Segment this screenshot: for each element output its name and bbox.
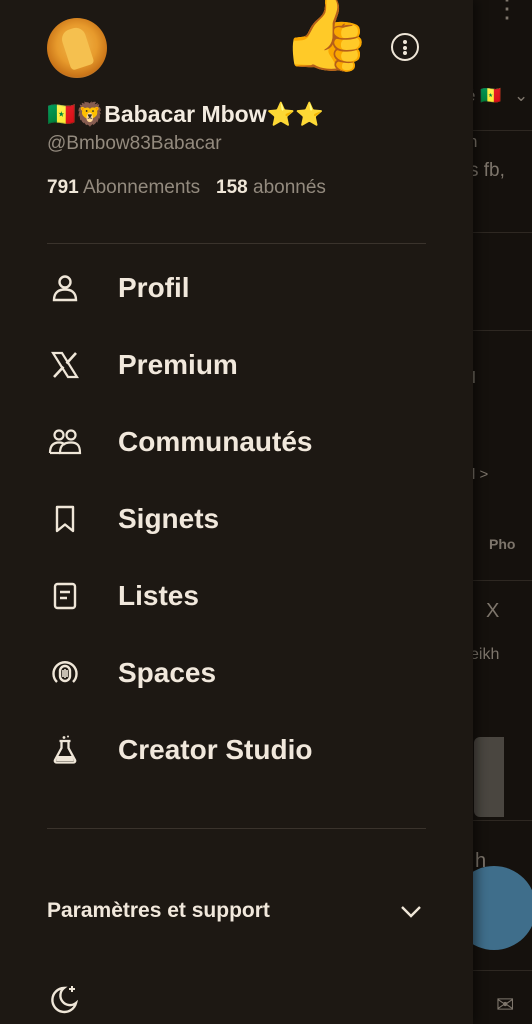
bg-snippet: eikh — [470, 646, 500, 663]
bg-chevron-icon: ⌄ — [514, 86, 529, 105]
chevron-down-icon — [399, 899, 423, 928]
bookmark-icon — [47, 501, 83, 537]
thumbs-up-sticker: 👍 — [280, 0, 373, 74]
bg-kebab-icon: ⋮ — [494, 0, 520, 23]
following-label: Abonnements — [82, 177, 201, 198]
x-logo-icon — [47, 347, 83, 383]
follow-stats: 791 Abonnements 158 abonnés — [47, 177, 326, 199]
nav-label: Creator Studio — [118, 734, 313, 765]
settings-label: Paramètres et support — [47, 899, 270, 922]
profile-name[interactable]: 🇸🇳🦁Babacar Mbow⭐⭐ — [47, 101, 324, 128]
nav-item-lists[interactable]: Listes — [47, 571, 427, 621]
nav-item-communities[interactable]: Communautés — [47, 417, 427, 467]
avatar[interactable] — [47, 18, 107, 78]
profile-handle: @Bmbow83Babacar — [47, 133, 222, 154]
nav-item-spaces[interactable]: Spaces — [47, 648, 427, 698]
bg-messages-icon: ✉ — [496, 992, 515, 1017]
person-icon — [47, 270, 83, 306]
followers-link[interactable]: 158 abonnés — [216, 177, 326, 198]
followers-count: 158 — [216, 177, 248, 198]
nav-label: Listes — [118, 580, 199, 611]
nav-item-bookmarks[interactable]: Signets — [47, 494, 427, 544]
following-count: 791 — [47, 177, 79, 198]
settings-and-support-toggle[interactable]: Paramètres et support — [47, 893, 427, 929]
bg-snippet: s fb, — [469, 160, 505, 181]
theme-moon-icon[interactable] — [47, 983, 83, 1019]
bg-snippet: X — [486, 600, 500, 622]
nav-item-premium[interactable]: Premium — [47, 340, 427, 390]
list-icon — [47, 578, 83, 614]
communities-icon — [47, 424, 83, 460]
following-link[interactable]: 791 Abonnements — [47, 177, 200, 198]
spaces-icon — [47, 655, 83, 691]
nav-label: Premium — [118, 349, 238, 380]
bg-snippet: l > — [472, 466, 489, 483]
more-options-icon[interactable] — [391, 33, 419, 61]
nav-label: Communautés — [118, 426, 313, 457]
nav-label: Signets — [118, 503, 220, 534]
nav-item-creator-studio[interactable]: Creator Studio — [47, 725, 427, 775]
divider — [47, 828, 426, 829]
nav-item-profile[interactable]: Profil — [47, 263, 427, 313]
followers-label: abonnés — [253, 177, 326, 198]
bg-media-card — [474, 737, 504, 817]
bg-snippet: Pho — [489, 536, 516, 552]
nav-label: Spaces — [118, 657, 217, 688]
divider — [47, 243, 426, 244]
navigation-drawer: 👍 🇸🇳🦁Babacar Mbow⭐⭐ @Bmbow83Babacar 791 … — [0, 0, 473, 1024]
nav-label: Profil — [118, 272, 190, 303]
flask-icon — [47, 732, 83, 768]
